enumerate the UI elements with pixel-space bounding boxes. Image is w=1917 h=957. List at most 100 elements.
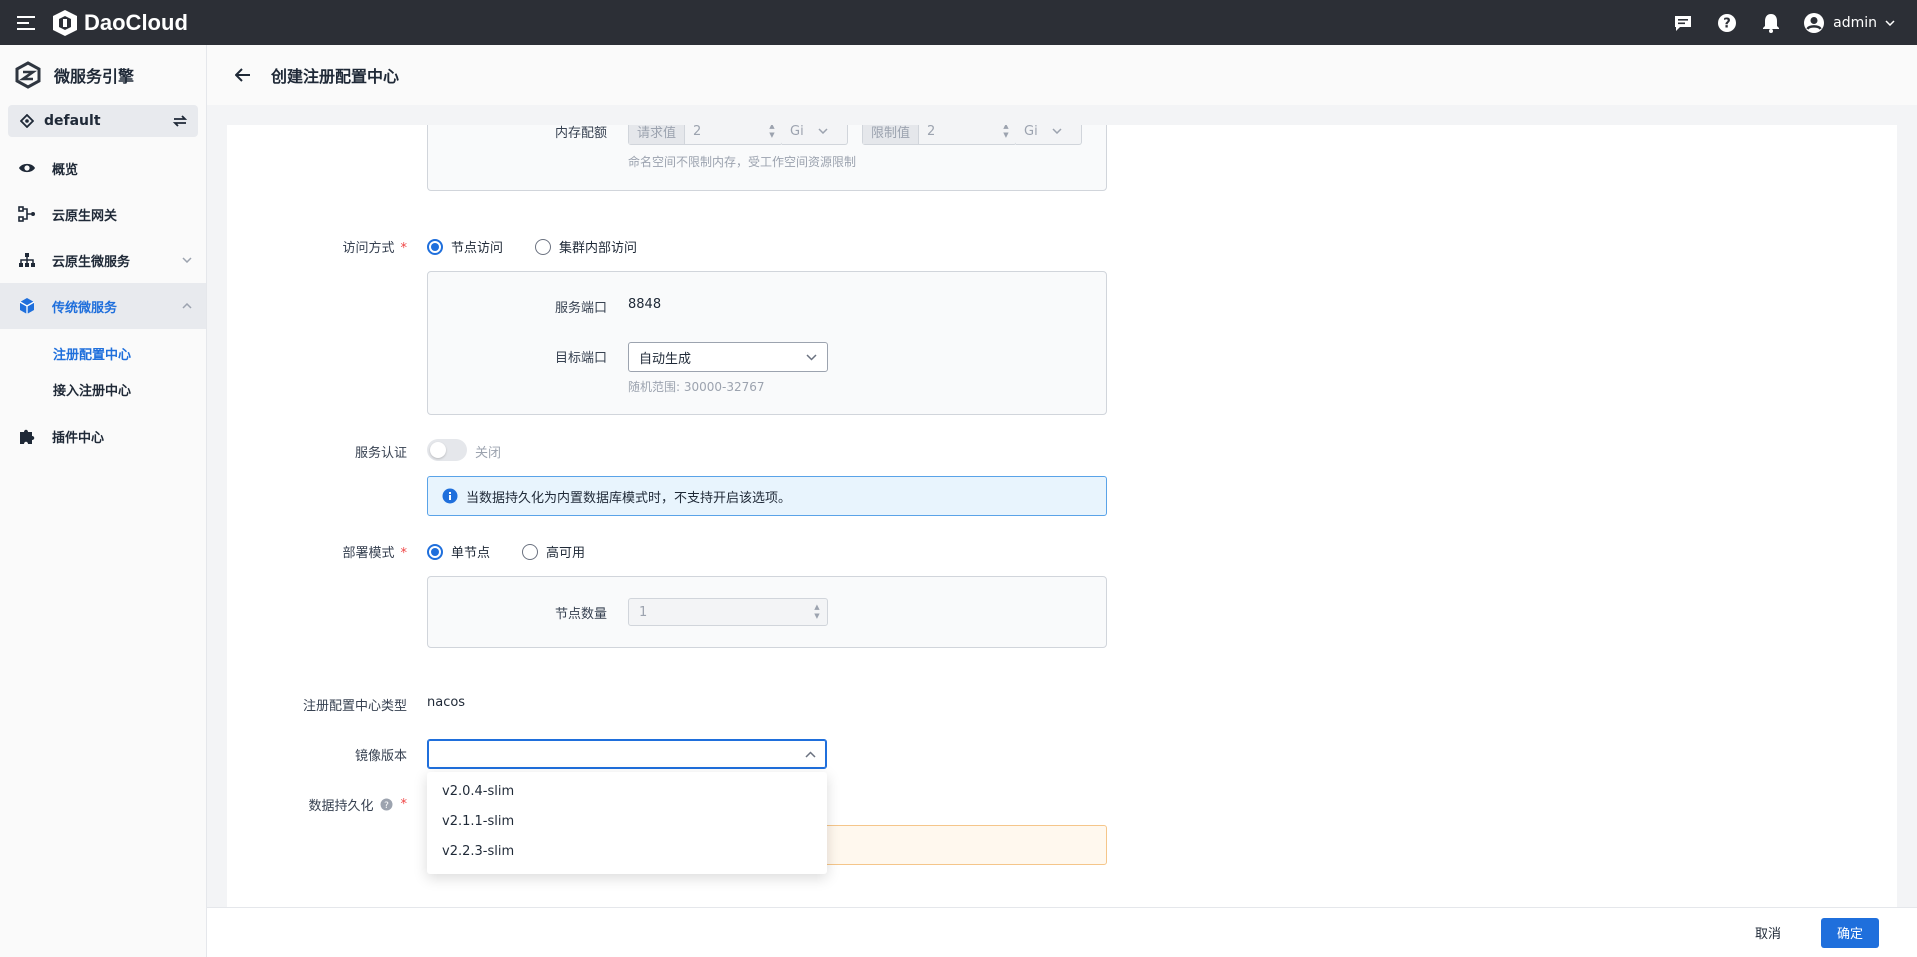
sidebar-brand-label: 微服务引擎 xyxy=(54,67,135,86)
access-method-label-text: 访问方式 xyxy=(342,241,395,256)
dropdown-option[interactable]: v2.0.4-slim xyxy=(427,776,827,806)
chevron-up-icon xyxy=(182,303,192,309)
puzzle-icon xyxy=(18,427,36,445)
node-count-input: 1 ▲ ▼ xyxy=(628,598,828,626)
memory-request-unit: Gi xyxy=(790,125,804,139)
radio-unchecked-icon xyxy=(522,543,538,560)
username: admin xyxy=(1833,14,1877,31)
memory-request-unit-select: Gi xyxy=(782,125,848,145)
sidebar-brand[interactable]: 微服务引擎 xyxy=(0,45,206,105)
sidebar-item-cloud-native-gateway[interactable]: 云原生网关 xyxy=(0,191,206,237)
radio-checked-icon xyxy=(427,238,443,255)
service-auth-label: 服务认证 xyxy=(354,446,407,461)
switch-icon[interactable] xyxy=(172,114,188,128)
daocloud-logo-icon xyxy=(53,9,77,36)
help-circle-icon[interactable]: ? xyxy=(380,798,393,811)
service-port-label: 服务端口 xyxy=(554,301,607,316)
namespace-selector[interactable]: default xyxy=(8,105,198,137)
info-icon xyxy=(442,488,458,504)
memory-request-addon: 请求值 xyxy=(629,125,686,144)
target-port-select[interactable]: 自动生成 xyxy=(628,342,828,372)
deploy-mode-label: 部署模式 * xyxy=(342,546,407,561)
memory-limit-addon: 限制值 xyxy=(863,125,920,144)
stepper-icon: ▲ ▼ xyxy=(769,125,775,139)
gateway-icon xyxy=(18,205,36,223)
node-count-value: 1 xyxy=(639,604,648,620)
page-header: 创建注册配置中心 xyxy=(207,45,1917,105)
sidebar-item-cloud-native-microservice[interactable]: 云原生微服务 xyxy=(0,237,206,283)
dropdown-option[interactable]: v2.2.3-slim xyxy=(427,836,827,866)
registry-type-label: 注册配置中心类型 xyxy=(302,699,407,714)
top-bar: DaoCloud ? admin xyxy=(0,0,1917,45)
memory-limit-input: 限制值 2 ▲ ▼ xyxy=(862,125,1017,145)
eye-icon xyxy=(18,159,36,177)
microservice-engine-logo-icon xyxy=(15,61,41,89)
dropdown-option[interactable]: v2.1.1-slim xyxy=(427,806,827,836)
stepper-icon: ▲ ▼ xyxy=(1003,125,1009,139)
back-arrow-icon[interactable] xyxy=(233,65,253,85)
registry-type-value: nacos xyxy=(427,695,466,710)
bell-icon[interactable] xyxy=(1759,11,1783,35)
radio-label: 单节点 xyxy=(451,546,491,561)
radio-label: 节点访问 xyxy=(451,241,504,256)
memory-limit-unit: Gi xyxy=(1024,125,1038,139)
sidebar-subitem-label: 接入注册中心 xyxy=(53,383,132,399)
user-menu[interactable]: admin xyxy=(1803,12,1895,34)
service-auth-toggle[interactable] xyxy=(427,439,467,461)
hierarchy-icon xyxy=(18,251,36,269)
image-version-dropdown: v2.0.4-slim v2.1.1-slim v2.2.3-slim xyxy=(427,772,827,874)
confirm-button[interactable]: 确定 xyxy=(1821,917,1879,948)
radio-single-node[interactable]: 单节点 xyxy=(427,542,490,561)
help-icon[interactable]: ? xyxy=(1715,11,1739,35)
chevron-down-icon xyxy=(1885,19,1895,26)
image-version-label: 镜像版本 xyxy=(354,749,407,764)
sidebar-item-label: 传统微服务 xyxy=(52,300,118,316)
app-name: DaoCloud xyxy=(84,9,188,35)
radio-label: 集群内部访问 xyxy=(559,241,638,256)
chevron-down-icon xyxy=(1052,128,1062,134)
memory-request-input: 请求值 2 ▲ ▼ xyxy=(628,125,783,145)
sidebar-item-traditional-microservice[interactable]: 传统微服务 xyxy=(0,283,206,329)
avatar-icon xyxy=(1804,12,1825,33)
access-method-label: 访问方式 * xyxy=(342,241,407,256)
daocloud-logo[interactable]: DaoCloud xyxy=(52,9,188,37)
radio-high-availability[interactable]: 高可用 xyxy=(522,542,585,561)
sidebar-subitem-access-registry[interactable]: 接入注册中心 xyxy=(0,371,206,407)
data-persistence-label-text: 数据持久化 xyxy=(308,799,374,814)
sidebar-item-label: 云原生微服务 xyxy=(52,254,131,270)
form-footer: 取消 确定 xyxy=(207,907,1917,957)
memory-limit-unit-select: Gi xyxy=(1016,125,1082,145)
namespace-label: default xyxy=(44,113,101,129)
sidebar-item-label: 概览 xyxy=(52,162,79,178)
cube-icon xyxy=(18,297,36,315)
memory-limit-value: 2 xyxy=(927,125,936,139)
radio-checked-icon xyxy=(427,543,443,560)
chevron-down-icon xyxy=(806,353,817,361)
memory-request-value: 2 xyxy=(693,125,702,139)
service-auth-info-alert: 当数据持久化为内置数据库模式时，不支持开启该选项。 xyxy=(427,476,1107,516)
sidebar-item-plugin-center[interactable]: 插件中心 xyxy=(0,413,206,459)
svg-text:?: ? xyxy=(384,801,389,811)
sidebar-subitem-registry-config-center[interactable]: 注册配置中心 xyxy=(0,335,206,371)
image-version-select[interactable] xyxy=(427,739,827,769)
radio-cluster-internal-access[interactable]: 集群内部访问 xyxy=(535,237,637,256)
page-title: 创建注册配置中心 xyxy=(271,67,400,86)
sidebar: 微服务引擎 default 概览 云原生网关 云原生微服务 传统微服务 注册配置… xyxy=(0,45,207,957)
info-alert-text: 当数据持久化为内置数据库模式时，不支持开启该选项。 xyxy=(466,490,792,506)
deploy-mode-label-text: 部署模式 xyxy=(342,546,395,561)
svg-text:?: ? xyxy=(1723,16,1731,31)
cancel-button[interactable]: 取消 xyxy=(1745,917,1791,948)
radio-node-access[interactable]: 节点访问 xyxy=(427,237,503,256)
message-icon[interactable] xyxy=(1671,11,1695,35)
sidebar-subitem-label: 注册配置中心 xyxy=(53,347,132,363)
chevron-down-icon xyxy=(818,128,828,134)
radio-unchecked-icon xyxy=(535,238,551,255)
hamburger-menu-icon[interactable] xyxy=(0,0,52,45)
service-port-value: 8848 xyxy=(628,297,662,312)
target-port-label: 目标端口 xyxy=(554,351,607,366)
node-count-label: 节点数量 xyxy=(554,607,607,622)
sidebar-item-overview[interactable]: 概览 xyxy=(0,145,206,191)
data-persistence-label: 数据持久化 ? * xyxy=(308,797,407,814)
chevron-down-icon xyxy=(182,257,192,263)
chevron-up-icon xyxy=(805,750,816,758)
